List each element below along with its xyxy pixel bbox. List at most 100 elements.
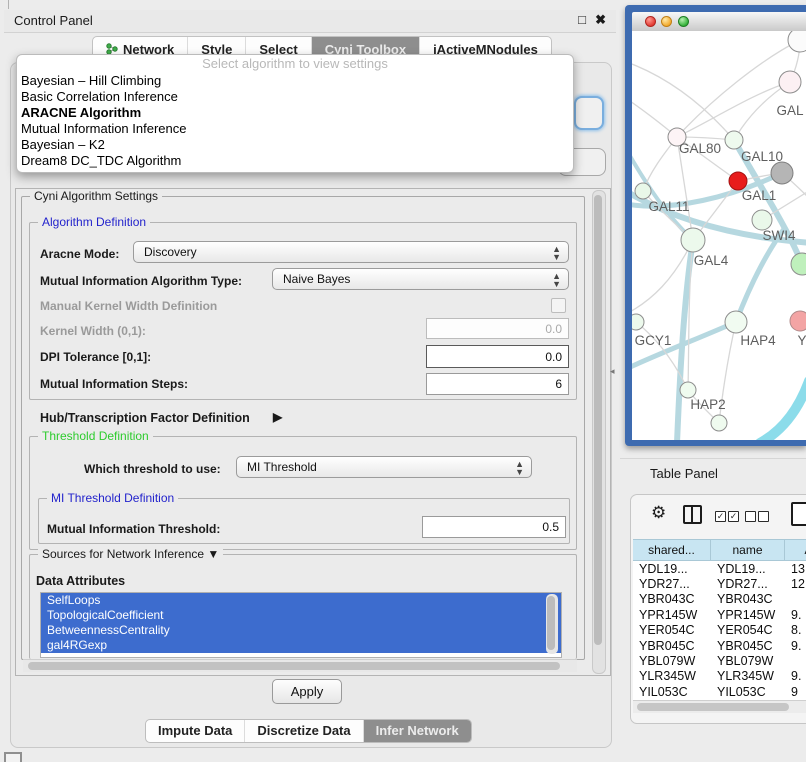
table-row[interactable]: YPR145WYPR145W9. — [633, 607, 806, 622]
network-node[interactable] — [725, 311, 747, 333]
table-cell: YDL19... — [711, 562, 785, 576]
network-node[interactable] — [788, 31, 806, 52]
attributes-list-scrollbar-thumb[interactable] — [547, 596, 555, 650]
float-panel-icon[interactable]: □ — [578, 12, 586, 27]
settings-vertical-scrollbar-thumb[interactable] — [594, 195, 602, 645]
settings-vertical-scrollbar[interactable] — [592, 190, 606, 674]
kernel-width-field: 0.0 — [426, 318, 569, 339]
attribute-list-item[interactable]: TopologicalCoefficient — [41, 608, 561, 623]
table-column-header[interactable]: name — [711, 539, 785, 561]
network-edge[interactable] — [760, 381, 806, 440]
tab-infer-network[interactable]: Infer Network — [364, 720, 471, 742]
kernel-width-label: Kernel Width (0,1): — [40, 324, 146, 338]
tab-impute-data[interactable]: Impute Data — [146, 720, 245, 742]
network-node[interactable] — [752, 210, 772, 230]
table-row[interactable]: YDL19...YDL19...13 — [633, 561, 806, 576]
unchecked-rows-icon[interactable] — [745, 508, 769, 526]
table-row[interactable]: YIL053CYIL053C9 — [633, 684, 806, 699]
network-node[interactable] — [635, 183, 651, 199]
dropdown-item[interactable]: Dream8 DC_TDC Algorithm — [17, 153, 573, 169]
close-window-icon[interactable] — [645, 16, 656, 27]
dropdown-item[interactable]: Mutual Information Inference — [17, 121, 573, 137]
table-horizontal-scrollbar[interactable] — [633, 700, 806, 713]
which-threshold-select[interactable]: MI Threshold ▲▼ — [236, 456, 532, 478]
aracne-mode-select[interactable]: Discovery ▲▼ — [133, 241, 569, 263]
gear-icon[interactable]: ⚙ — [651, 503, 666, 523]
table-panel-separator — [620, 458, 806, 459]
table-row[interactable]: YBL079WYBL079W — [633, 653, 806, 668]
table-row[interactable]: YBR045CYBR045C9. — [633, 638, 806, 653]
data-attributes-list[interactable]: SelfLoopsTopologicalCoefficientBetweenne… — [40, 592, 562, 658]
tab-discretize-data[interactable]: Discretize Data — [245, 720, 363, 742]
network-edge[interactable] — [632, 61, 734, 140]
columns-icon[interactable] — [683, 505, 702, 524]
table-row[interactable]: YLR345WYLR345W9. — [633, 669, 806, 684]
manual-kernel-label: Manual Kernel Width Definition — [40, 299, 217, 313]
network-node[interactable] — [791, 253, 806, 275]
dropdown-item[interactable]: Bayesian – K2 — [17, 137, 573, 153]
dpi-tolerance-field[interactable]: 0.0 — [426, 345, 569, 368]
mi-steps-label: Mutual Information Steps: — [40, 377, 188, 391]
table-horizontal-scrollbar-thumb[interactable] — [637, 703, 789, 711]
mi-threshold-value: 0.5 — [542, 520, 559, 534]
dropdown-placeholder: Select algorithm to view settings — [17, 55, 573, 73]
cyni-settings-group-title: Cyni Algorithm Settings — [30, 189, 162, 203]
collapsed-panel-icon[interactable] — [4, 752, 22, 762]
table-column-header[interactable]: shared... — [633, 539, 711, 561]
network-window-titlebar[interactable] — [632, 12, 806, 32]
network-node[interactable] — [680, 382, 696, 398]
table-column-header[interactable]: A — [785, 539, 806, 561]
checked-rows-icon[interactable]: ✓✓ — [715, 508, 739, 526]
network-edge[interactable] — [677, 82, 790, 137]
algorithm-definition-title: Algorithm Definition — [38, 215, 150, 229]
mi-type-label: Mutual Information Algorithm Type: — [40, 274, 242, 288]
table-cell: YBR045C — [633, 639, 711, 653]
document-icon[interactable] — [791, 502, 806, 526]
kernel-width-value: 0.0 — [545, 322, 562, 336]
network-node[interactable] — [632, 314, 644, 330]
network-canvas[interactable]: GALGAL80GAL10GAL1GAL11SWI4GAL4GCY1HAP4YH… — [632, 31, 806, 440]
network-node[interactable] — [790, 311, 806, 331]
minimize-window-icon[interactable] — [661, 16, 672, 27]
mi-steps-field[interactable]: 6 — [426, 373, 569, 395]
tab-infer-network-label: Infer Network — [376, 723, 459, 738]
table-cell: 12 — [785, 577, 806, 591]
mi-threshold-group-title: MI Threshold Definition — [47, 491, 178, 505]
network-node[interactable] — [779, 71, 801, 93]
network-node-label: GAL10 — [741, 149, 783, 164]
table-row[interactable]: YER054CYER054C8. — [633, 623, 806, 638]
table-row[interactable]: YBR043CYBR043C — [633, 592, 806, 607]
attributes-list-scrollbar[interactable] — [546, 594, 558, 654]
attribute-list-item[interactable]: BetweennessCentrality — [41, 623, 561, 638]
settings-horizontal-scrollbar-thumb[interactable] — [28, 662, 560, 670]
apply-button[interactable]: Apply — [272, 679, 342, 704]
table-cell: YDR27... — [711, 577, 785, 591]
table-cell: 13 — [785, 562, 806, 576]
table-cell: YLR345W — [633, 669, 711, 683]
network-node[interactable] — [771, 162, 793, 184]
mi-type-select[interactable]: Naive Bayes ▲▼ — [272, 268, 569, 290]
network-node[interactable] — [711, 415, 727, 431]
settings-horizontal-scrollbar[interactable] — [23, 659, 577, 672]
hidden-combo-fragment — [574, 96, 604, 130]
table-row[interactable]: YDR27...YDR27...12 — [633, 576, 806, 591]
dropdown-item[interactable]: ARACNE Algorithm — [17, 105, 573, 121]
dropdown-item[interactable]: Basic Correlation Inference — [17, 89, 573, 105]
aracne-mode-label: Aracne Mode: — [40, 247, 119, 261]
network-node[interactable] — [725, 131, 743, 149]
zoom-window-icon[interactable] — [678, 16, 689, 27]
expander-right-arrow-icon[interactable]: ▶ — [273, 410, 282, 424]
hub-definition-expander[interactable]: Hub/Transcription Factor Definition — [40, 411, 250, 425]
table-cell: YDR27... — [633, 577, 711, 591]
table-body: YDL19...YDL19...13YDR27...YDR27...12YBR0… — [633, 561, 806, 700]
chevron-updown-icon: ▲▼ — [552, 272, 561, 288]
sources-title-text: Sources for Network Inference — [42, 547, 204, 561]
mi-threshold-field[interactable]: 0.5 — [422, 516, 566, 538]
attribute-list-item[interactable]: gal4RGexp — [41, 638, 561, 653]
attribute-list-item[interactable]: SelfLoops — [41, 593, 561, 608]
splitter-collapse-handle[interactable]: ◂ — [610, 366, 615, 377]
dropdown-item[interactable]: Bayesian – Hill Climbing — [17, 73, 573, 89]
close-panel-icon[interactable]: ✖ — [595, 12, 606, 28]
sources-group-title[interactable]: Sources for Network Inference ▼ — [38, 547, 223, 561]
network-node[interactable] — [681, 228, 705, 252]
